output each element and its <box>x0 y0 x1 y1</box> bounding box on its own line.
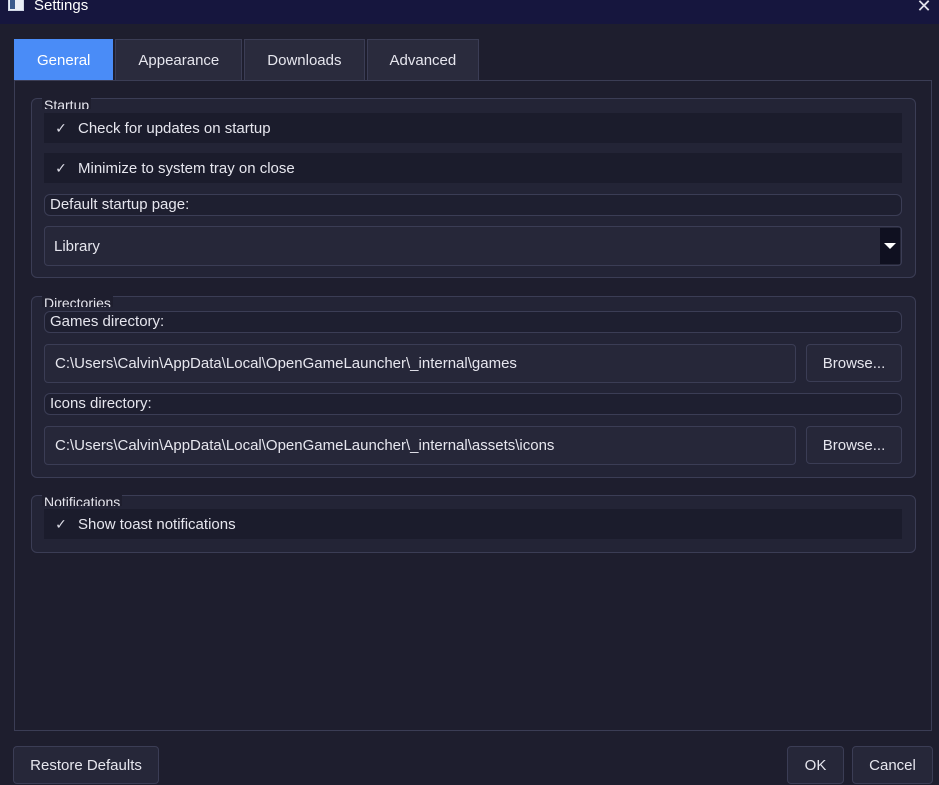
app-icon <box>8 0 24 11</box>
show-toast-label: Show toast notifications <box>78 515 236 533</box>
window-title: Settings <box>34 0 89 14</box>
default-startup-page-value: Library <box>54 237 100 255</box>
games-directory-input[interactable] <box>44 344 796 383</box>
check-icon: ✓ <box>55 515 67 532</box>
icons-directory-label: Icons directory: <box>44 393 902 415</box>
directories-group-title: Directories <box>42 295 113 307</box>
tab-advanced[interactable]: Advanced <box>366 39 480 81</box>
icons-browse-button[interactable]: Browse... <box>806 426 902 464</box>
chevron-down-icon[interactable] <box>880 228 900 264</box>
check-updates-label: Check for updates on startup <box>78 119 271 137</box>
minimize-tray-checkbox[interactable]: ✓ Minimize to system tray on close <box>44 153 902 183</box>
minimize-tray-label: Minimize to system tray on close <box>78 159 295 177</box>
general-tab-panel: Startup ✓ Check for updates on startup ✓… <box>14 80 932 731</box>
tab-appearance[interactable]: Appearance <box>115 39 243 81</box>
default-startup-page-label: Default startup page: <box>44 194 902 216</box>
default-startup-page-select[interactable]: Library <box>44 226 902 266</box>
cancel-button[interactable]: Cancel <box>852 746 933 784</box>
check-updates-checkbox[interactable]: ✓ Check for updates on startup <box>44 113 902 143</box>
games-directory-label: Games directory: <box>44 311 902 333</box>
ok-button[interactable]: OK <box>787 746 844 784</box>
tab-bar: General Appearance Downloads Advanced <box>14 39 481 81</box>
show-toast-checkbox[interactable]: ✓ Show toast notifications <box>44 509 902 539</box>
close-icon[interactable]: ✕ <box>913 0 935 18</box>
check-icon: ✓ <box>55 119 67 136</box>
directories-group: Directories Games directory: Browse... I… <box>31 295 916 478</box>
tab-downloads[interactable]: Downloads <box>244 39 365 81</box>
startup-group-title: Startup <box>42 97 92 109</box>
title-bar: Settings ✕ <box>0 0 939 24</box>
notifications-group: Notifications ✓ Show toast notifications <box>31 494 916 553</box>
check-icon: ✓ <box>55 159 67 176</box>
icons-directory-input[interactable] <box>44 426 796 465</box>
notifications-group-title: Notifications <box>42 494 123 506</box>
restore-defaults-button[interactable]: Restore Defaults <box>13 746 159 784</box>
startup-group: Startup ✓ Check for updates on startup ✓… <box>31 97 916 278</box>
games-browse-button[interactable]: Browse... <box>806 344 902 382</box>
tab-general[interactable]: General <box>14 39 114 81</box>
